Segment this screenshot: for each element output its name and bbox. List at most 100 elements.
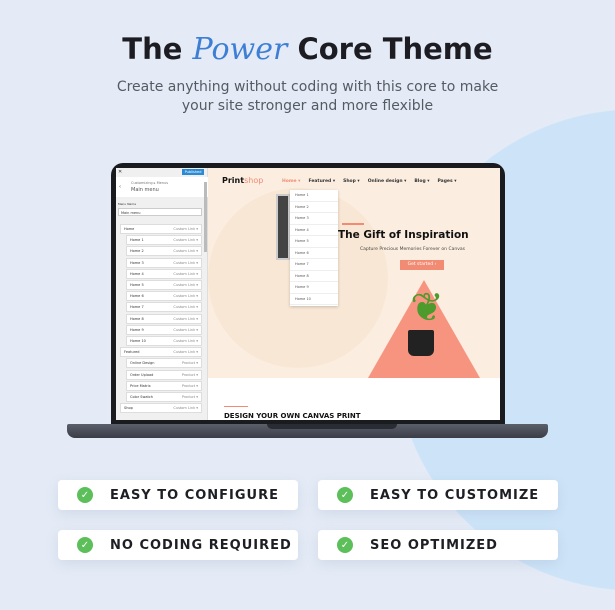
dropdown-item[interactable]: Home 1 <box>290 190 338 202</box>
menu-item-label: Featured <box>124 350 140 355</box>
menu-item-label: Order Upload <box>130 372 154 377</box>
subtitle-line-2: your site stronger and more flexible <box>181 98 434 114</box>
dropdown-item[interactable]: Home 2 <box>290 202 338 213</box>
close-icon[interactable]: ✕ <box>118 169 122 175</box>
page-title: The Power Core Theme <box>122 32 493 67</box>
dropdown-item[interactable]: Home 4 <box>290 225 338 236</box>
publish-button[interactable]: Published <box>182 169 204 175</box>
dropdown-item[interactable]: Home 6 <box>290 248 338 259</box>
home-dropdown: Home 1 Home 2 Home 3 Home 4 Home 5 Home 6 Home… <box>290 190 338 306</box>
menu-item[interactable]: Featured Custom Link ▾ <box>120 347 202 358</box>
dropdown-item[interactable]: Home 10 <box>290 294 338 305</box>
menu-item[interactable]: Shop Custom Link ▾ <box>120 403 202 414</box>
menu-item[interactable]: Home 2 Custom Link ▾ <box>126 246 202 257</box>
feature-label: EASY TO CUSTOMIZE <box>370 487 540 503</box>
menu-item-type: Custom Link ▾ <box>173 305 198 310</box>
menu-item-type: Custom Link ▾ <box>173 406 198 411</box>
menu-item[interactable]: Home 10 Custom Link ▾ <box>126 336 202 346</box>
feature-label: SEO OPTIMIZED <box>370 537 498 553</box>
nav-item[interactable]: Shop ▾ <box>343 179 360 184</box>
breadcrumb: Customizing ▸ Menus <box>131 181 169 185</box>
menu-item-label: Price Matrix <box>130 383 151 388</box>
menu-item-label: Home 9 <box>130 327 144 332</box>
feature-card: ✓ SEO OPTIMIZED <box>318 530 558 560</box>
hero-section: The Gift of Inspiration Capture Precious… <box>208 168 500 378</box>
menu-item-label: Home <box>124 227 135 231</box>
nav-item[interactable]: Home ▾ <box>282 179 300 184</box>
menu-item[interactable]: Order Upload Product ▾ <box>126 369 202 380</box>
menu-item-label: Home 10 <box>130 339 146 343</box>
menu-item-label: Shop <box>124 406 133 411</box>
dropdown-item[interactable]: Home 9 <box>290 282 338 294</box>
section-title: DESIGN YOUR OWN CANVAS PRINT <box>224 412 361 420</box>
menu-item-label: Color Swatch <box>130 395 153 399</box>
menu-item-label: Online Design <box>130 361 155 366</box>
dropdown-item[interactable]: Home 3 <box>290 213 338 225</box>
menu-item-type: Product ▾ <box>181 383 198 388</box>
check-circle-icon: ✓ <box>337 537 353 553</box>
menu-item[interactable]: Home 6 Custom Link ▾ <box>126 291 202 302</box>
menu-item-type: Custom Link ▾ <box>173 283 198 287</box>
hero-title: The Gift of Inspiration <box>338 229 469 241</box>
menu-item-label: Home 1 <box>130 238 144 243</box>
check-circle-icon: ✓ <box>337 487 353 503</box>
menu-item-label: Home 4 <box>130 271 144 276</box>
menu-item-label: Home 8 <box>130 316 144 321</box>
site-nav: Home ▾ Featured ▾ Shop ▾ Online design ▾ Blo… <box>282 179 457 184</box>
menu-item-type: Custom Link ▾ <box>173 271 198 276</box>
menu-item-label: Home 2 <box>130 249 144 254</box>
menu-item-type: Custom Link ▾ <box>173 238 198 243</box>
menu-item-label: Home 5 <box>130 283 144 287</box>
subtitle-line-1: Create anything without coding with this… <box>116 79 499 95</box>
menu-item[interactable]: Home 9 Custom Link ▾ <box>126 324 202 335</box>
menu-item[interactable]: Home 4 Custom Link ▾ <box>126 268 202 279</box>
menu-name-input[interactable]: Main menu <box>118 208 202 216</box>
menu-item-type: Custom Link ▾ <box>173 327 198 332</box>
menu-item-type: Custom Link ▾ <box>173 350 198 355</box>
menu-item-type: Custom Link ▾ <box>173 316 198 321</box>
menu-item[interactable]: Home 8 Custom Link ▾ <box>126 313 202 324</box>
menu-item[interactable]: Home 1 Custom Link ▾ <box>126 235 202 246</box>
feature-label: EASY TO CONFIGURE <box>110 487 279 503</box>
dropdown-item[interactable]: Home 5 <box>290 236 338 248</box>
feature-card: ✓ EASY TO CONFIGURE <box>58 480 298 510</box>
dropdown-item[interactable]: Home 7 <box>290 259 338 271</box>
menu-item-type: Product ▾ <box>181 361 198 366</box>
laptop-screen: ✕ Published ‹ Customizing ▸ Menus Main m… <box>116 168 500 420</box>
canvas-frame-image <box>276 194 290 260</box>
menu-item[interactable]: Home 3 Custom Link ▾ <box>126 257 202 268</box>
laptop-base <box>67 424 548 438</box>
get-started-button[interactable]: Get started › <box>400 260 444 270</box>
scrollbar[interactable] <box>204 182 207 252</box>
menu-item[interactable]: Online Design Product ▾ <box>126 358 202 369</box>
menu-item-type: Custom Link ▾ <box>173 294 198 299</box>
menu-item[interactable]: Price Matrix Product ▾ <box>126 380 202 391</box>
menu-item-label: Home 6 <box>130 294 144 299</box>
hero-subtitle: Capture Precious Memories Forever on Can… <box>360 247 465 252</box>
customizer-sidebar: ✕ Published ‹ Customizing ▸ Menus Main m… <box>116 168 208 420</box>
nav-item[interactable]: Pages ▾ <box>438 179 457 184</box>
menu-item[interactable]: Home Custom Link ▾ <box>120 224 202 234</box>
menu-item[interactable]: Color Swatch Product ▾ <box>126 392 202 402</box>
menu-item-label: Home 3 <box>130 260 144 265</box>
menu-item-type: Custom Link ▾ <box>173 339 198 343</box>
nav-item[interactable]: Online design ▾ <box>368 179 407 184</box>
menu-item[interactable]: Home 7 Custom Link ▾ <box>126 302 202 313</box>
nav-item[interactable]: Blog ▾ <box>414 179 429 184</box>
nav-item[interactable]: Featured ▾ <box>308 179 335 184</box>
menu-item[interactable]: Home 5 Custom Link ▾ <box>126 280 202 290</box>
feature-label: NO CODING REQUIRED <box>110 537 292 553</box>
dropdown-item[interactable]: Home 8 <box>290 271 338 282</box>
menu-item-type: Custom Link ▾ <box>173 249 198 254</box>
site-preview: The Gift of Inspiration Capture Precious… <box>208 168 500 420</box>
menu-item-type: Product ▾ <box>181 372 198 377</box>
back-icon[interactable]: ‹ <box>119 184 121 190</box>
site-logo[interactable]: Printshop <box>222 176 263 185</box>
check-circle-icon: ✓ <box>77 487 93 503</box>
check-circle-icon: ✓ <box>77 537 93 553</box>
feature-card: ✓ EASY TO CUSTOMIZE <box>318 480 558 510</box>
feature-card: ✓ NO CODING REQUIRED <box>58 530 298 560</box>
panel-title: Main menu <box>131 187 159 193</box>
plant-icon: ❦ <box>410 285 444 331</box>
menu-item-type: Custom Link ▾ <box>173 227 198 231</box>
